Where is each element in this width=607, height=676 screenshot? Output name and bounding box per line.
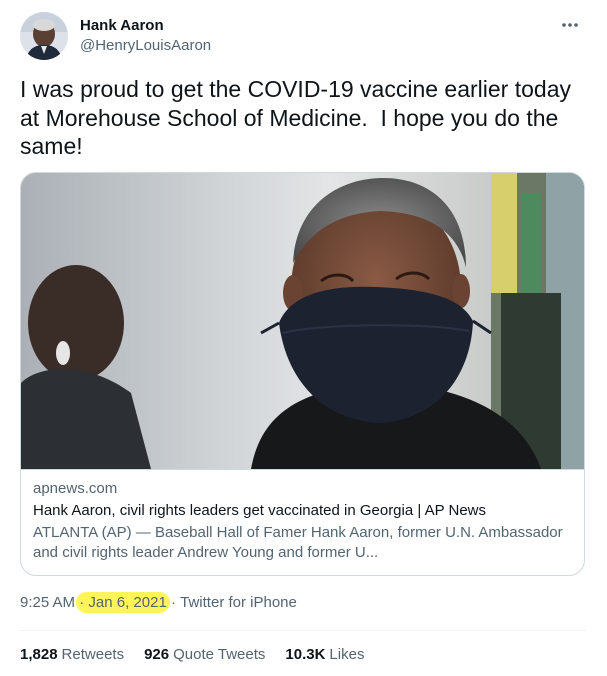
more-horizontal-icon (562, 23, 578, 27)
card-description: ATLANTA (AP) — Baseball Hall of Famer Ha… (33, 524, 563, 561)
quote-tweets-count: 926 (144, 646, 170, 663)
card-domain: apnews.com (33, 480, 118, 497)
tweet-header: Hank Aaron @HenryLouisAaron (20, 12, 589, 62)
tweet-time[interactable]: 9:25 AM (20, 594, 75, 611)
avatar-photo-icon (20, 12, 68, 60)
likes-count: 10.3K (285, 646, 326, 663)
user-names: Hank Aaron @HenryLouisAaron (80, 16, 211, 56)
card-body: apnews.com Hank Aaron, civil rights lead… (33, 479, 572, 563)
tweet-date[interactable]: Jan 6, 2021 (88, 594, 166, 611)
avatar[interactable] (20, 12, 68, 60)
tweet: Hank Aaron @HenryLouisAaron I was proud … (0, 0, 607, 676)
likes-label: Likes (329, 646, 365, 663)
quote-tweets-label: Quote Tweets (173, 646, 266, 663)
link-card[interactable]: apnews.com Hank Aaron, civil rights lead… (20, 172, 585, 576)
card-title: Hank Aaron, civil rights leaders get vac… (33, 502, 487, 519)
tweet-stats: 1,828 Retweets 926 Quote Tweets 10.3K Likes (20, 645, 364, 665)
retweets-label: Retweets (61, 646, 125, 663)
card-photo (21, 173, 584, 469)
likes-stat[interactable]: 10.3K Likes (285, 645, 364, 665)
more-options-button[interactable] (559, 14, 581, 36)
user-handle[interactable]: @HenryLouisAaron (80, 36, 211, 56)
tweet-meta: 9:25 AM · Jan 6, 2021 · Twitter for iPho… (20, 592, 297, 614)
display-name[interactable]: Hank Aaron (80, 16, 211, 36)
tweet-source[interactable]: Twitter for iPhone (180, 594, 297, 611)
meta-separator: · (170, 594, 176, 612)
card-image[interactable] (21, 173, 584, 470)
retweets-count: 1,828 (20, 646, 58, 663)
tweet-text: I was proud to get the COVID-19 vaccine … (20, 76, 572, 160)
retweets-stat[interactable]: 1,828 Retweets (20, 645, 124, 665)
meta-separator: · (79, 594, 85, 612)
quote-tweets-stat[interactable]: 926 Quote Tweets (144, 645, 265, 665)
date-highlight: · Jan 6, 2021 (76, 592, 170, 614)
divider (20, 630, 587, 631)
